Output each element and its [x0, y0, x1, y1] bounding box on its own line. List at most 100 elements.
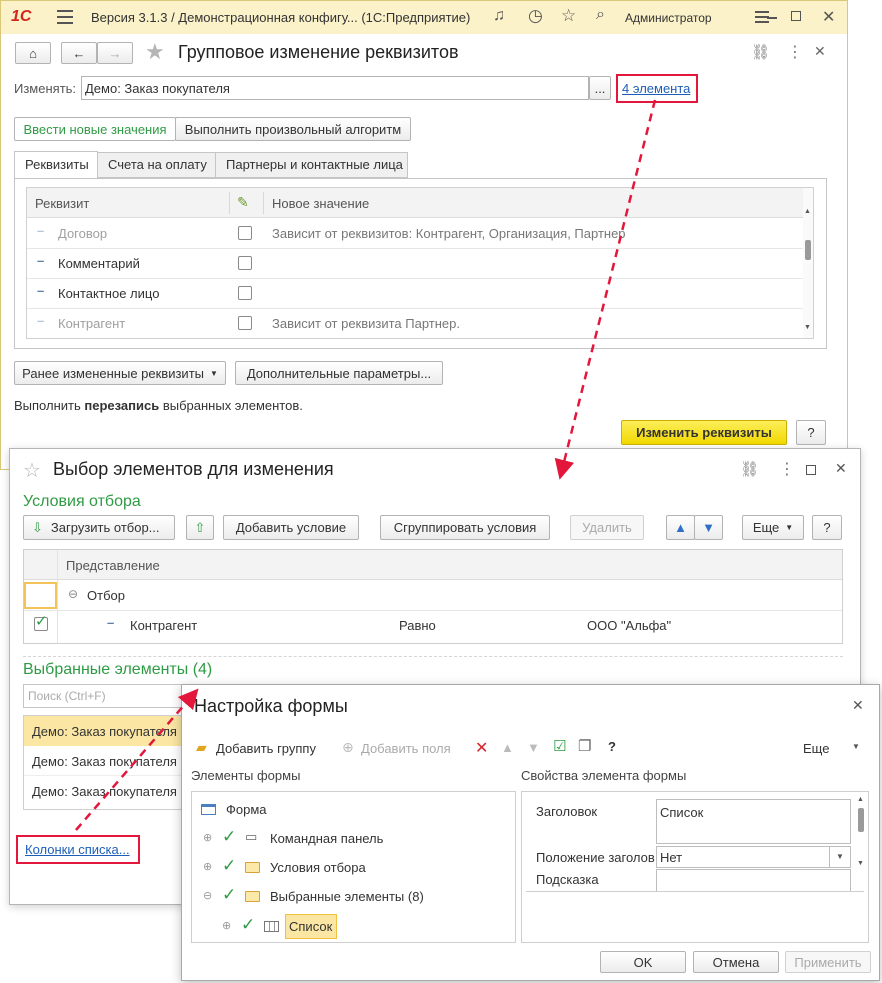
row-checkbox[interactable] [238, 226, 252, 240]
home-button[interactable]: ⌂ [15, 42, 51, 64]
tree-item-form[interactable]: Форма [192, 796, 515, 822]
user-name[interactable]: Администратор [625, 11, 712, 25]
extra-params-button[interactable]: Дополнительные параметры... [235, 361, 443, 385]
delete-icon[interactable]: ✕ [475, 738, 488, 758]
hint-field[interactable] [656, 869, 851, 891]
tab-requisites-label: Реквизиты [25, 157, 89, 172]
maximize-icon[interactable] [791, 11, 801, 21]
back-button[interactable]: ← [61, 42, 97, 64]
table-header [27, 188, 813, 218]
forward-button[interactable]: → [97, 42, 133, 64]
scroll-up-icon[interactable]: ▲ [857, 796, 864, 803]
expand-icon[interactable]: ⊕ [203, 831, 212, 844]
more-button[interactable]: Еще ▼ [803, 739, 863, 759]
columns-link-highlight [16, 835, 140, 864]
tree-item-selected[interactable]: ⊖ ✓ Выбранные элементы (8) [192, 883, 515, 909]
move-down-icon[interactable]: ▼ [527, 740, 540, 755]
close-dialog-icon[interactable]: ✕ [835, 460, 847, 477]
search-icon[interactable]: ⌕ [596, 6, 605, 24]
check-icon[interactable]: ✓ [222, 885, 236, 905]
minimize-icon[interactable] [767, 17, 777, 19]
check-icon[interactable]: ✓ [241, 915, 255, 935]
change-field[interactable]: Демо: Заказ покупателя [81, 76, 589, 100]
check-icon[interactable]: ✓ [222, 856, 236, 876]
help-icon[interactable]: ? [608, 739, 616, 754]
prev-changed-button[interactable]: Ранее измененные реквизиты ▼ [14, 361, 226, 385]
table-row[interactable]: – Контрагент Зависит от реквизита Партне… [27, 309, 803, 338]
move-up-button[interactable]: ▲ [666, 515, 695, 540]
delete-button[interactable]: Удалить [570, 515, 644, 540]
history-icon[interactable]: ◷ [528, 6, 543, 26]
scroll-thumb[interactable] [858, 808, 864, 832]
row-checkbox[interactable] [238, 286, 252, 300]
more-vertical-icon[interactable]: ⋮ [779, 459, 795, 479]
favorite-star-icon[interactable]: ★ [145, 39, 165, 65]
scroll-down-icon[interactable]: ▼ [804, 324, 811, 331]
scroll-down-icon[interactable]: ▼ [857, 860, 864, 867]
apply-button[interactable]: Применить [785, 951, 871, 973]
load-filter-button[interactable]: ⇩ Загрузить отбор... [23, 515, 175, 540]
tree-item-filter[interactable]: ⊕ ✓ Условия отбора [192, 854, 515, 880]
page-title: Групповое изменение реквизитов [178, 42, 459, 62]
dropdown-arrow-icon: ▼ [210, 368, 218, 378]
main-window: 1С Версия 3.1.3 / Демонстрационная конфи… [0, 0, 848, 470]
bell-icon[interactable]: ♫ [493, 7, 505, 25]
close-window-icon[interactable]: ✕ [822, 7, 835, 27]
mode-tab-algorithm[interactable]: Выполнить произвольный алгоритм [175, 117, 411, 141]
move-up-icon[interactable]: ▲ [501, 740, 514, 755]
more-button[interactable]: Еще ▼ [742, 515, 804, 540]
maximize-icon[interactable] [806, 465, 816, 475]
position-select[interactable]: Нет ▼ [656, 846, 851, 868]
tree-item-label: Условия отбора [270, 860, 366, 875]
filter-group-row[interactable]: ⊖ Отбор [24, 581, 842, 610]
scroll-thumb[interactable] [805, 240, 811, 260]
ok-button[interactable]: OK [600, 951, 686, 973]
collapse-icon[interactable]: ⊖ [68, 587, 78, 601]
requisites-table: Реквизит ✎ Новое значение – Договор Зави… [26, 187, 814, 339]
row-checkbox[interactable] [238, 316, 252, 330]
table-row[interactable]: – Контактное лицо [27, 279, 803, 308]
collapse-icon[interactable]: ⊖ [203, 889, 212, 902]
table-row[interactable]: – Комментарий [27, 249, 803, 278]
mode-tab-new-values[interactable]: Ввести новые значения [14, 117, 176, 141]
tree-item-list[interactable]: ⊕ ✓ Список [192, 912, 515, 940]
dialog-star-icon[interactable]: ☆ [23, 458, 41, 483]
dropdown-arrow-icon[interactable]: ▼ [829, 847, 850, 867]
hamburger-menu-icon[interactable] [57, 10, 73, 24]
props-scrollbar[interactable]: ▲ ▼ [856, 796, 866, 886]
help-button[interactable]: ? [812, 515, 842, 540]
check-icon[interactable]: ✓ [222, 827, 236, 847]
expand-icon[interactable]: ⊕ [222, 919, 231, 932]
browse-button[interactable]: ... [589, 76, 611, 100]
add-group-label: Добавить группу [216, 741, 316, 756]
header-attr: Реквизит [35, 196, 90, 211]
more-vertical-icon[interactable]: ⋮ [787, 42, 803, 62]
close-dialog-icon[interactable]: ✕ [852, 697, 864, 714]
save-filter-button[interactable]: ⇧ [186, 515, 214, 540]
table-icon [264, 921, 279, 932]
expand-icon[interactable]: ⊕ [203, 860, 212, 873]
group-conditions-button[interactable]: Сгруппировать условия [380, 515, 550, 540]
add-condition-button[interactable]: Добавить условие [223, 515, 359, 540]
copy-icon[interactable]: ❐ [578, 737, 591, 755]
move-down-button[interactable]: ▼ [694, 515, 723, 540]
link-icon[interactable]: ⛓ [751, 43, 770, 61]
table-row[interactable]: – Договор Зависит от реквизитов: Контраг… [27, 219, 803, 248]
folder-add-icon: ▰ [196, 739, 207, 755]
scroll-up-icon[interactable]: ▲ [804, 208, 811, 215]
check-all-icon[interactable]: ☑ [553, 737, 566, 755]
tree-item-label: Командная панель [270, 831, 384, 846]
link-icon[interactable]: ⛓ [740, 460, 759, 478]
close-form-icon[interactable]: ✕ [814, 43, 826, 60]
tree-item-command-panel[interactable]: ⊕ ✓ ▭ Командная панель [192, 825, 515, 851]
prev-changed-label: Ранее измененные реквизиты [22, 365, 204, 381]
change-requisites-button[interactable]: Изменить реквизиты [621, 420, 787, 445]
command-panel-icon: ▭ [245, 829, 257, 844]
table-scrollbar[interactable]: ▲ ▼ [803, 188, 813, 338]
cancel-button[interactable]: Отмена [693, 951, 779, 973]
favorites-star-icon[interactable]: ☆ [561, 6, 576, 26]
filter-condition-row[interactable]: ✓ – Контрагент Равно ООО "Альфа" [24, 611, 842, 640]
help-button[interactable]: ? [796, 420, 826, 445]
row-checkbox[interactable] [238, 256, 252, 270]
caption-field[interactable]: Список [656, 799, 851, 844]
